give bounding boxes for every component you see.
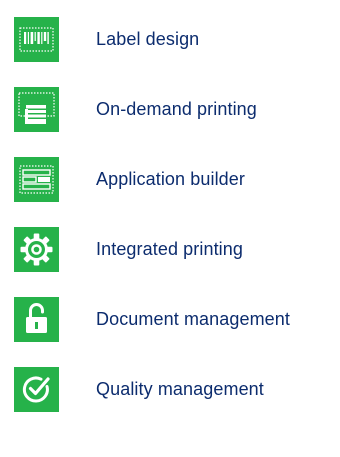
feature-label: Application builder bbox=[96, 169, 245, 189]
feature-item-on-demand-printing[interactable]: On-demand printing bbox=[14, 87, 334, 132]
gear-icon bbox=[14, 227, 59, 272]
feature-label: Integrated printing bbox=[96, 239, 243, 259]
feature-item-application-builder[interactable]: Application builder bbox=[14, 157, 334, 202]
feature-label: Label design bbox=[96, 29, 200, 49]
printer-icon bbox=[14, 87, 59, 132]
feature-item-quality-management[interactable]: Quality management bbox=[14, 367, 334, 412]
feature-item-integrated-printing[interactable]: Integrated printing bbox=[14, 227, 334, 272]
feature-list: Label design On-demand printing Applicat… bbox=[14, 17, 334, 412]
checkmark-circle-icon bbox=[14, 367, 59, 412]
feature-label: On-demand printing bbox=[96, 99, 257, 119]
feature-item-document-management[interactable]: Document management bbox=[14, 297, 334, 342]
layout-grid-icon bbox=[14, 157, 59, 202]
feature-label: Quality management bbox=[96, 379, 264, 399]
feature-label: Document management bbox=[96, 309, 291, 329]
unlocked-padlock-icon bbox=[14, 297, 59, 342]
barcode-label-icon bbox=[14, 17, 59, 62]
feature-item-label-design[interactable]: Label design bbox=[14, 17, 334, 62]
